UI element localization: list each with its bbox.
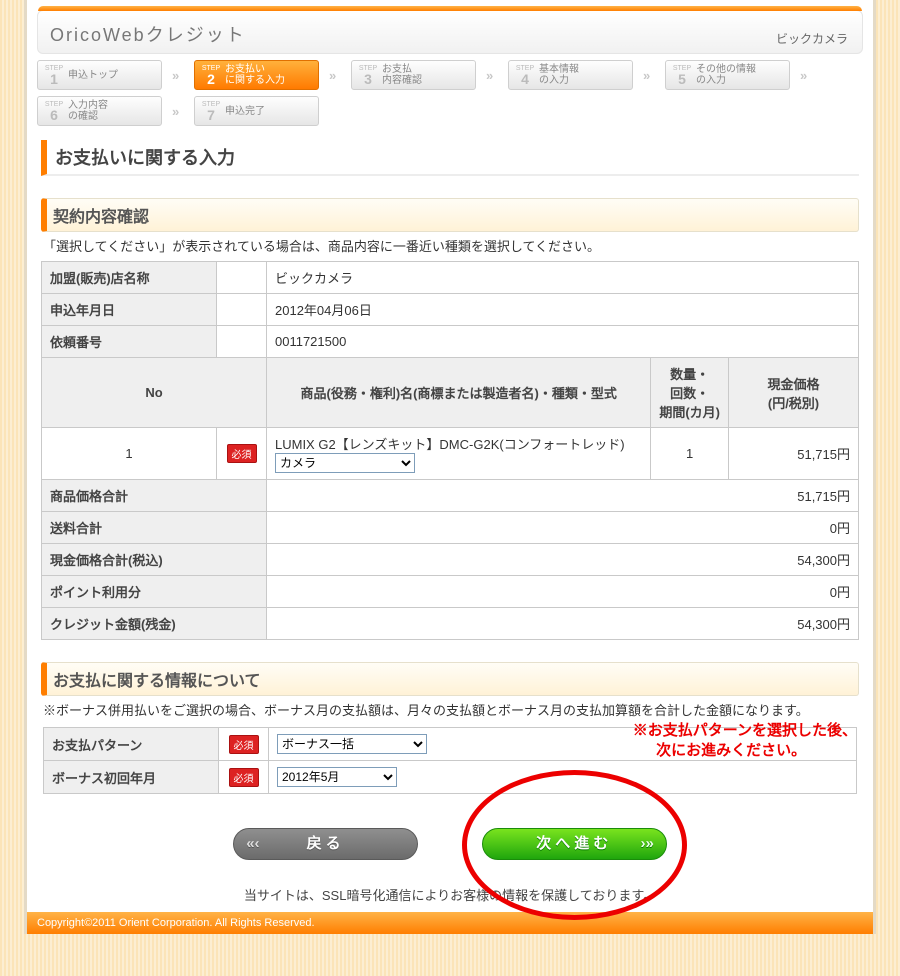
steps-row-1: STEP1申込トップ » STEP2お支払い に関する入力 » STEP3お支払… — [37, 60, 863, 90]
item-price: 51,715円 — [729, 428, 859, 480]
button-row: 戻る 次へ進む — [27, 828, 873, 860]
payment-annotation-row: お支払パターン 必須 ボーナス一括 ボーナス初回年月 必須 2012年5月 ※お… — [43, 723, 857, 798]
col-price: 現金価格 (円/税別) — [729, 358, 859, 428]
step-1: STEP1申込トップ — [37, 60, 162, 90]
row-product-total: 商品価格合計 51,715円 — [42, 480, 859, 512]
chevron-right-icon: » — [486, 68, 498, 83]
chevron-right-icon: » — [172, 104, 184, 119]
step-3: STEP3お支払 内容確認 — [351, 60, 476, 90]
bonus-month-select[interactable]: 2012年5月 — [277, 767, 397, 787]
back-button[interactable]: 戻る — [233, 828, 418, 860]
cash-total-label: 現金価格合計(税込) — [42, 544, 267, 576]
steps: STEP1申込トップ » STEP2お支払い に関する入力 » STEP3お支払… — [27, 54, 873, 126]
credit-value: 54,300円 — [267, 608, 859, 640]
step-2: STEP2お支払い に関する入力 — [194, 60, 319, 90]
next-button[interactable]: 次へ進む — [482, 828, 667, 860]
pay-pattern-select[interactable]: ボーナス一括 — [277, 734, 427, 754]
step-5: STEP5その他の情報 の入力 — [665, 60, 790, 90]
title-box: OricoWebクレジット ビックカメラ — [37, 10, 863, 54]
row-store: 加盟(販売)店名称 ビックカメラ — [42, 262, 859, 294]
date-value: 2012年04月06日 — [267, 294, 859, 326]
col-product: 商品(役務・権利)名(商標または製造者名)・種類・型式 — [267, 358, 651, 428]
store-label: 加盟(販売)店名称 — [42, 262, 217, 294]
col-no: No — [42, 358, 267, 428]
step-6: STEP6入力内容 の確認 — [37, 96, 162, 126]
copyright: Copyright©2011 Orient Corporation. All R… — [27, 912, 873, 934]
pay-pattern-label: お支払パターン — [44, 728, 219, 761]
chevron-right-icon: » — [800, 68, 812, 83]
col-qty: 数量・ 回数・ 期間(カ月) — [651, 358, 729, 428]
product-total-label: 商品価格合計 — [42, 480, 267, 512]
page-title: お支払いに関する入力 — [41, 140, 859, 176]
row-bonus-month: ボーナス初回年月 必須 2012年5月 — [44, 761, 857, 794]
page-frame: OricoWebクレジット ビックカメラ STEP1申込トップ » STEP2お… — [24, 0, 876, 934]
row-cash-total: 現金価格合計(税込) 54,300円 — [42, 544, 859, 576]
step-7: STEP7申込完了 — [194, 96, 319, 126]
step-4: STEP4基本情報 の入力 — [508, 60, 633, 90]
shop-name: ビックカメラ — [776, 30, 848, 47]
required-badge: 必須 — [227, 444, 257, 463]
app-title: OricoWebクレジット — [50, 25, 246, 45]
chevron-right-icon: » — [172, 68, 184, 83]
header: OricoWebクレジット ビックカメラ — [27, 0, 873, 54]
point-value: 0円 — [267, 576, 859, 608]
section-payment-heading: お支払に関する情報について — [41, 662, 859, 696]
item-product-cell: LUMIX G2【レンズキット】DMC-G2K(コンフォートレッド) カメラ — [267, 428, 651, 480]
item-qty: 1 — [651, 428, 729, 480]
store-value: ビックカメラ — [267, 262, 859, 294]
bonus-month-label: ボーナス初回年月 — [44, 761, 219, 794]
reqno-label: 依頼番号 — [42, 326, 217, 358]
cash-total-value: 54,300円 — [267, 544, 859, 576]
point-label: ポイント利用分 — [42, 576, 267, 608]
header-row: No 商品(役務・権利)名(商標または製造者名)・種類・型式 数量・ 回数・ 期… — [42, 358, 859, 428]
row-reqno: 依頼番号 0011721500 — [42, 326, 859, 358]
credit-label: クレジット金額(残金) — [42, 608, 267, 640]
item-row: 1 必須 LUMIX G2【レンズキット】DMC-G2K(コンフォートレッド) … — [42, 428, 859, 480]
chevron-right-icon: » — [643, 68, 655, 83]
item-name: LUMIX G2【レンズキット】DMC-G2K(コンフォートレッド) — [275, 434, 642, 453]
bonus-month-cell: 2012年5月 — [269, 761, 857, 794]
row-date: 申込年月日 2012年04月06日 — [42, 294, 859, 326]
section-payment-note: ※ボーナス併用払いをご選択の場合、ボーナス月の支払額は、月々の支払額とボーナス月… — [43, 700, 857, 719]
steps-row-2: STEP6入力内容 の確認 » STEP7申込完了 — [37, 96, 863, 126]
item-no: 1 — [42, 428, 217, 480]
item-category-select[interactable]: カメラ — [275, 453, 415, 473]
blank-cell — [217, 262, 267, 294]
attention-text: ※お支払パターンを選択した後、 次にお進みください。 — [633, 721, 857, 760]
chevron-right-icon: » — [329, 68, 341, 83]
header-accent — [38, 6, 862, 11]
row-shipping: 送料合計 0円 — [42, 512, 859, 544]
shipping-label: 送料合計 — [42, 512, 267, 544]
required-badge: 必須 — [229, 735, 259, 754]
required-badge: 必須 — [229, 768, 259, 787]
required-cell: 必須 — [217, 428, 267, 480]
date-label: 申込年月日 — [42, 294, 217, 326]
section-contract-heading: 契約内容確認 — [41, 198, 859, 232]
reqno-value: 0011721500 — [267, 326, 859, 358]
product-total-value: 51,715円 — [267, 480, 859, 512]
shipping-value: 0円 — [267, 512, 859, 544]
contract-table: 加盟(販売)店名称 ビックカメラ 申込年月日 2012年04月06日 依頼番号 … — [41, 261, 859, 640]
row-credit: クレジット金額(残金) 54,300円 — [42, 608, 859, 640]
footer-ssl-note: 当サイトは、SSL暗号化通信によりお客様の情報を保護しております。 — [27, 885, 873, 904]
row-point: ポイント利用分 0円 — [42, 576, 859, 608]
section-contract-note: 「選択してください」が表示されている場合は、商品内容に一番近い種類を選択してくだ… — [43, 236, 857, 255]
